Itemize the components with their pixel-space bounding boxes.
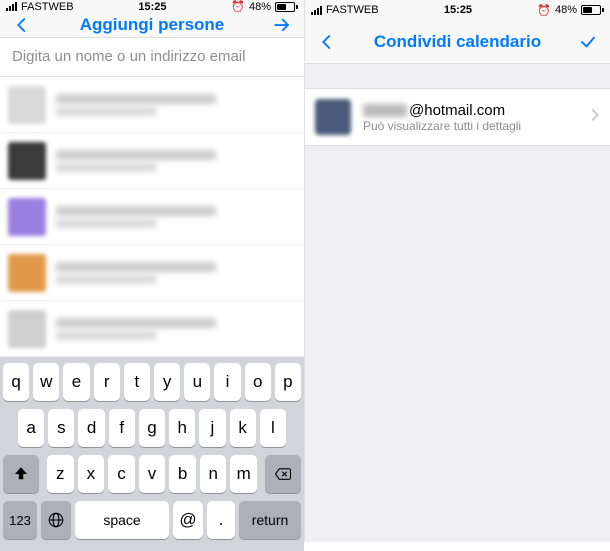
avatar xyxy=(8,310,46,348)
search-input[interactable] xyxy=(12,48,292,65)
space-key[interactable]: space xyxy=(75,501,169,539)
status-bar: FASTWEB 15:25 ⏰ 48% xyxy=(305,0,610,20)
shared-contact-row[interactable]: @hotmail.com Può visualizzare tutti i de… xyxy=(305,89,610,145)
alarm-icon: ⏰ xyxy=(231,0,245,13)
status-time: 15:25 xyxy=(444,4,472,16)
search-row xyxy=(0,38,304,77)
contact-row[interactable] xyxy=(0,189,304,245)
key-c[interactable]: c xyxy=(108,455,135,493)
shared-list: @hotmail.com Può visualizzare tutti i de… xyxy=(305,88,610,146)
content-area: @hotmail.com Può visualizzare tutti i de… xyxy=(305,64,610,542)
forward-button[interactable] xyxy=(270,13,294,37)
contact-row[interactable] xyxy=(0,77,304,133)
nav-title: Condividi calendario xyxy=(339,32,576,52)
contact-row[interactable] xyxy=(0,245,304,301)
shared-email: @hotmail.com xyxy=(363,102,590,119)
shift-key[interactable] xyxy=(3,455,39,493)
back-button[interactable] xyxy=(315,30,339,54)
contact-name-redacted xyxy=(56,318,216,328)
contact-detail-redacted xyxy=(56,331,156,340)
email-redacted xyxy=(363,104,407,117)
contact-text xyxy=(56,318,304,340)
key-v[interactable]: v xyxy=(139,455,166,493)
avatar xyxy=(8,254,46,292)
key-a[interactable]: a xyxy=(18,409,44,447)
contact-text xyxy=(56,206,304,228)
key-g[interactable]: g xyxy=(139,409,165,447)
contact-detail-redacted xyxy=(56,275,156,284)
at-key[interactable]: @ xyxy=(173,501,203,539)
key-d[interactable]: d xyxy=(78,409,104,447)
key-l[interactable]: l xyxy=(260,409,286,447)
contact-name-redacted xyxy=(56,150,216,160)
key-b[interactable]: b xyxy=(169,455,196,493)
key-s[interactable]: s xyxy=(48,409,74,447)
battery-icon xyxy=(581,5,604,15)
key-j[interactable]: j xyxy=(199,409,225,447)
signal-icon xyxy=(6,2,17,11)
key-o[interactable]: o xyxy=(245,363,271,401)
contact-detail-redacted xyxy=(56,219,156,228)
confirm-button[interactable] xyxy=(576,30,600,54)
status-bar: FASTWEB 15:25 ⏰ 48% xyxy=(0,0,304,13)
delete-key[interactable] xyxy=(265,455,301,493)
avatar xyxy=(8,142,46,180)
contact-name-redacted xyxy=(56,262,216,272)
key-h[interactable]: h xyxy=(169,409,195,447)
key-f[interactable]: f xyxy=(109,409,135,447)
contact-text xyxy=(56,94,304,116)
contact-detail-redacted xyxy=(56,163,156,172)
signal-icon xyxy=(311,6,322,15)
key-e[interactable]: e xyxy=(63,363,89,401)
avatar xyxy=(315,99,351,135)
key-z[interactable]: z xyxy=(47,455,74,493)
alarm-icon: ⏰ xyxy=(537,4,551,17)
contact-row[interactable] xyxy=(0,301,304,357)
keyboard: qwertyuiop asdfghjkl zxcvbnm 123 space @… xyxy=(0,357,304,551)
contact-detail-redacted xyxy=(56,107,156,116)
key-p[interactable]: p xyxy=(275,363,301,401)
key-q[interactable]: q xyxy=(3,363,29,401)
dot-key[interactable]: . xyxy=(207,501,235,539)
key-n[interactable]: n xyxy=(200,455,227,493)
key-y[interactable]: y xyxy=(154,363,180,401)
key-t[interactable]: t xyxy=(124,363,150,401)
nav-bar: Aggiungi persone xyxy=(0,13,304,38)
status-time: 15:25 xyxy=(138,1,166,13)
contact-row[interactable] xyxy=(0,133,304,189)
phone-add-people: FASTWEB 15:25 ⏰ 48% Aggiungi persone xyxy=(0,0,305,542)
avatar xyxy=(8,86,46,124)
avatar xyxy=(8,198,46,236)
battery-pct: 48% xyxy=(555,4,577,16)
phone-share-calendar: FASTWEB 15:25 ⏰ 48% Condividi calendario xyxy=(305,0,610,542)
key-x[interactable]: x xyxy=(78,455,105,493)
key-w[interactable]: w xyxy=(33,363,59,401)
contact-list xyxy=(0,77,304,357)
nav-title: Aggiungi persone xyxy=(34,15,270,35)
key-m[interactable]: m xyxy=(230,455,257,493)
back-button[interactable] xyxy=(10,13,34,37)
carrier-label: FASTWEB xyxy=(21,1,74,13)
battery-icon xyxy=(275,2,298,12)
battery-pct: 48% xyxy=(249,1,271,13)
key-i[interactable]: i xyxy=(214,363,240,401)
carrier-label: FASTWEB xyxy=(326,4,379,16)
chevron-right-icon xyxy=(590,108,600,127)
contact-name-redacted xyxy=(56,94,216,104)
key-r[interactable]: r xyxy=(94,363,120,401)
return-key[interactable]: return xyxy=(239,501,301,539)
contact-text xyxy=(56,262,304,284)
contact-text xyxy=(56,150,304,172)
globe-key[interactable] xyxy=(41,501,71,539)
key-u[interactable]: u xyxy=(184,363,210,401)
numbers-key[interactable]: 123 xyxy=(3,501,37,539)
contact-name-redacted xyxy=(56,206,216,216)
key-k[interactable]: k xyxy=(230,409,256,447)
nav-bar: Condividi calendario xyxy=(305,20,610,64)
shared-subtitle: Può visualizzare tutti i dettagli xyxy=(363,119,590,133)
